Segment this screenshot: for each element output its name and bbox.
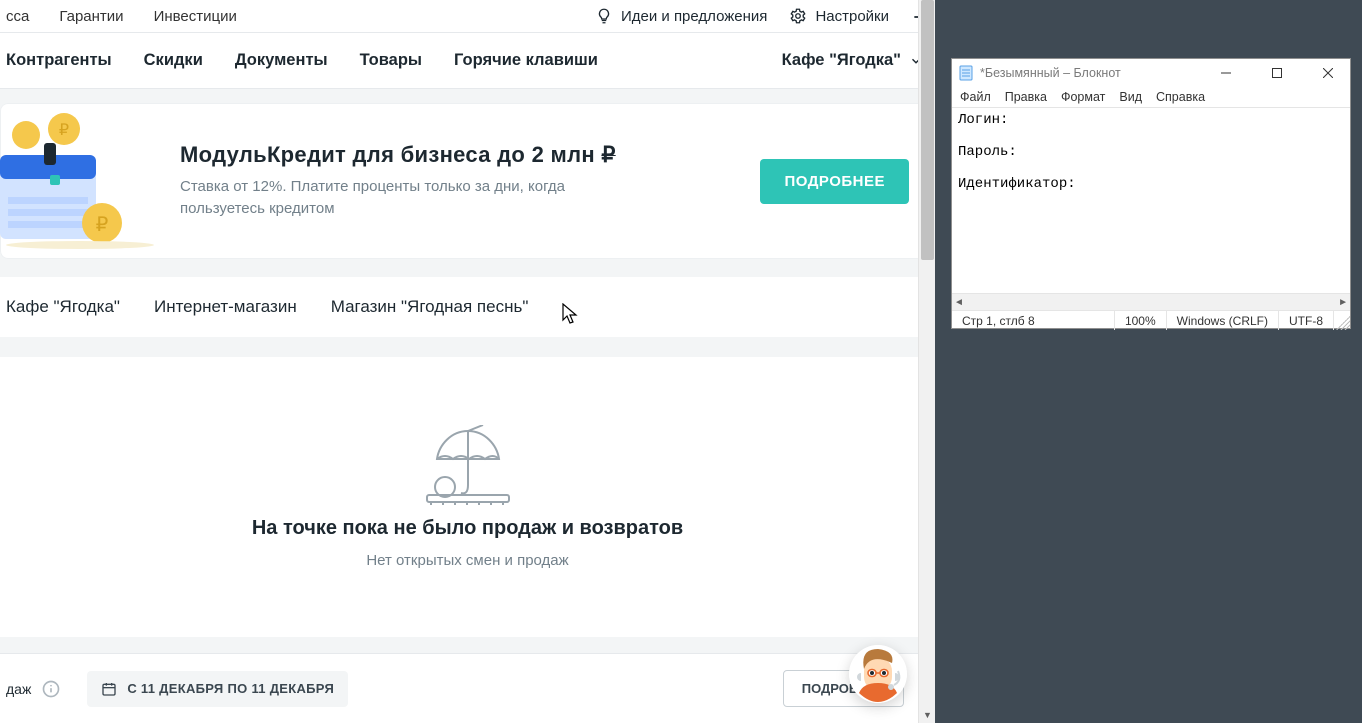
topbar: сса Гарантии Инвестиции Идеи и предложен… — [0, 0, 935, 33]
svg-text:₽: ₽ — [59, 122, 69, 139]
status-enc: UTF-8 — [1279, 311, 1334, 330]
date-range-picker[interactable]: С 11 ДЕКАБРЯ ПО 11 ДЕКАБРЯ — [87, 671, 348, 707]
date-range-label: С 11 ДЕКАБРЯ ПО 11 ДЕКАБРЯ — [127, 681, 334, 696]
nav-item[interactable]: Контрагенты — [6, 51, 112, 70]
close-button[interactable] — [1305, 59, 1350, 87]
maximize-button[interactable] — [1254, 59, 1299, 87]
promo-title: МодульКредит для бизнеса до 2 млн ₽ — [180, 142, 650, 168]
settings-link[interactable]: Настройки — [789, 7, 889, 25]
scroll-left-icon[interactable]: ◄ — [954, 297, 964, 308]
main-nav: Контрагенты Скидки Документы Товары Горя… — [0, 33, 935, 89]
gear-icon — [789, 7, 807, 25]
account-switcher[interactable]: Кафе "Ягодка" — [782, 51, 923, 70]
menu-item[interactable]: Справка — [1156, 90, 1205, 104]
banking-app: сса Гарантии Инвестиции Идеи и предложен… — [0, 0, 935, 723]
account-name: Кафе "Ягодка" — [782, 51, 901, 70]
promo-illustration: ₽ ₽ — [0, 113, 160, 249]
svg-text:₽: ₽ — [96, 214, 109, 236]
status-zoom: 100% — [1115, 311, 1167, 330]
settings-label: Настройки — [815, 8, 889, 25]
ideas-label: Идеи и предложения — [621, 8, 767, 25]
nav-item[interactable]: Горячие клавиши — [454, 51, 598, 70]
menu-bar: Файл Правка Формат Вид Справка — [952, 87, 1350, 107]
window-titlebar[interactable]: *Безымянный – Блокнот — [952, 59, 1350, 87]
promo-cta-button[interactable]: ПОДРОБНЕЕ — [760, 159, 909, 204]
status-bar: Стр 1, стлб 8 100% Windows (CRLF) UTF-8 — [952, 310, 1350, 330]
nav-item[interactable]: Товары — [360, 51, 422, 70]
bottom-bar: даж С 11 ДЕКАБРЯ ПО 11 ДЕКАБРЯ ПОДРОБНЕЕ — [0, 653, 918, 723]
topnav-item[interactable]: сса — [6, 8, 29, 25]
resize-grip-icon[interactable] — [1334, 311, 1350, 330]
minimize-button[interactable] — [1203, 59, 1248, 87]
notepad-window: *Безымянный – Блокнот Файл Правка Формат… — [951, 58, 1351, 329]
tab-item[interactable]: Интернет-магазин — [154, 277, 297, 337]
vertical-scrollbar[interactable]: ▲ ▼ — [918, 0, 935, 723]
topnav-item[interactable]: Гарантии — [59, 8, 123, 25]
tab-item[interactable]: Магазин "Ягодная песнь" — [331, 277, 529, 337]
info-icon[interactable] — [41, 679, 61, 699]
nav-item[interactable]: Скидки — [144, 51, 203, 70]
menu-item[interactable]: Правка — [1005, 90, 1047, 104]
status-pos: Стр 1, стлб 8 — [952, 311, 1115, 330]
lightbulb-icon — [595, 7, 613, 25]
hint-text: даж — [6, 681, 31, 697]
scroll-thumb[interactable] — [921, 0, 934, 260]
window-title: *Безымянный – Блокнот — [980, 66, 1197, 80]
menu-item[interactable]: Файл — [960, 90, 991, 104]
support-avatar[interactable] — [849, 645, 907, 703]
nav-item[interactable]: Документы — [235, 51, 328, 70]
scroll-down-icon[interactable]: ▼ — [919, 706, 935, 723]
menu-item[interactable]: Вид — [1119, 90, 1142, 104]
promo-card: ₽ ₽ МодульКредит для бизнеса до 2 млн ₽ — [0, 103, 935, 259]
ideas-link[interactable]: Идеи и предложения — [595, 7, 767, 25]
pos-tabs: Кафе "Ягодка" Интернет-магазин Магазин "… — [0, 277, 935, 337]
horizontal-scrollbar[interactable]: ◄ ► — [952, 293, 1350, 310]
mouse-cursor-icon — [562, 303, 578, 325]
text-area[interactable]: Логин: Пароль: Идентификатор: — [952, 107, 1350, 293]
umbrella-icon — [423, 425, 513, 505]
notepad-icon — [958, 65, 974, 81]
empty-sub: Нет открытых смен и продаж — [366, 552, 568, 569]
scroll-right-icon[interactable]: ► — [1338, 297, 1348, 308]
promo-sub: Ставка от 12%. Платите проценты только з… — [180, 176, 650, 220]
status-eol: Windows (CRLF) — [1167, 311, 1279, 330]
empty-title: На точке пока не было продаж и возвратов — [252, 517, 683, 540]
tab-item[interactable]: Кафе "Ягодка" — [6, 277, 120, 337]
menu-item[interactable]: Формат — [1061, 90, 1105, 104]
calendar-icon — [101, 681, 117, 697]
empty-state: На точке пока не было продаж и возвратов… — [0, 357, 935, 637]
topnav-item[interactable]: Инвестиции — [154, 8, 237, 25]
